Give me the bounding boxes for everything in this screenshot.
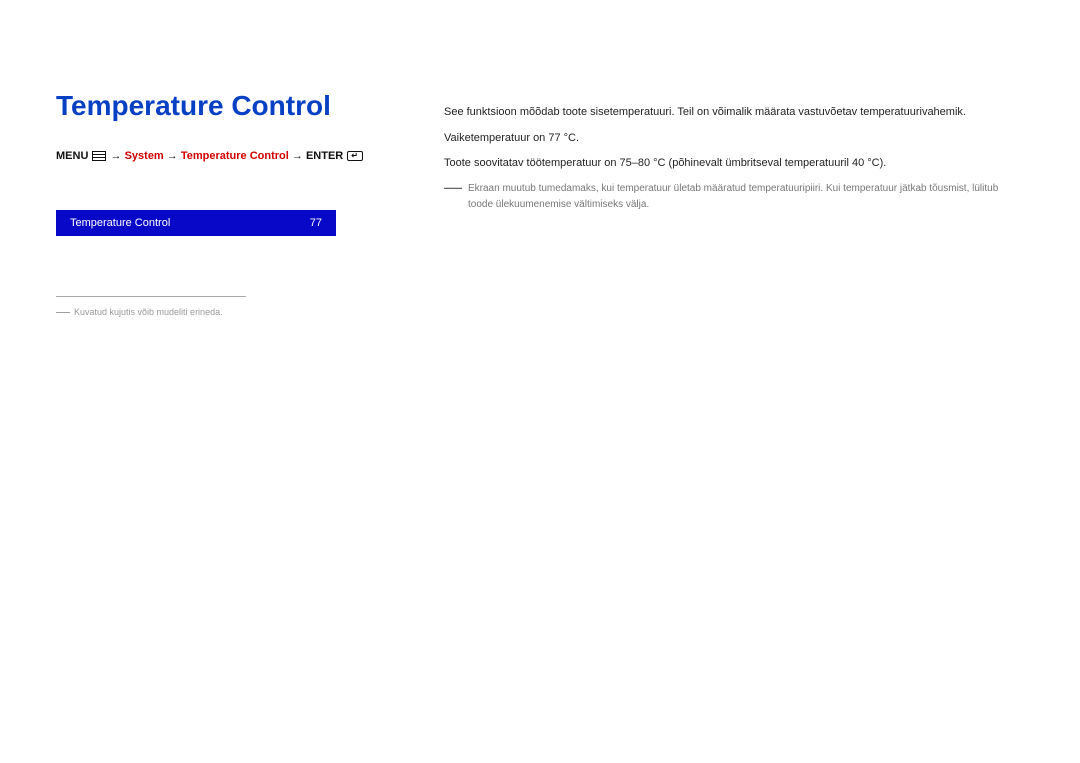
right-column: See funktsioon mõõdab toote sisetemperat… [444,104,1024,317]
divider [56,296,246,297]
nav-temp: Temperature Control [181,150,289,162]
footnote-text: Kuvatud kujutis võib mudeliti erineda. [74,307,223,317]
content-wrap: MENU → System → Temperature Control → EN… [56,150,1024,317]
setting-label: Temperature Control [70,217,170,229]
left-column: MENU → System → Temperature Control → EN… [56,150,396,317]
body-note: ― Ekraan muutub tumedamaks, kui temperat… [444,181,1024,213]
menu-icon [92,151,106,161]
breadcrumb: MENU → System → Temperature Control → EN… [56,150,396,162]
footnote: ― Kuvatud kujutis võib mudeliti erineda. [56,307,396,317]
body-paragraph-3: Toote soovitatav töötemperatuur on 75–80… [444,155,1024,173]
setting-row[interactable]: Temperature Control 77 [56,210,336,236]
nav-enter-label: ENTER [306,150,343,162]
footnote-dash: ― [56,307,70,315]
nav-arrow: → [111,150,122,162]
nav-arrow: → [167,150,178,162]
note-text: Ekraan muutub tumedamaks, kui temperatuu… [468,181,1024,213]
nav-system: System [125,150,164,162]
setting-value: 77 [310,217,322,229]
nav-arrow: → [292,150,303,162]
nav-menu-label: MENU [56,150,88,162]
enter-icon [347,151,363,161]
body-paragraph-1: See funktsioon mõõdab toote sisetemperat… [444,104,1024,122]
body-paragraph-2: Vaiketemperatuur on 77 °C. [444,130,1024,148]
note-dash-icon: ― [444,181,462,194]
